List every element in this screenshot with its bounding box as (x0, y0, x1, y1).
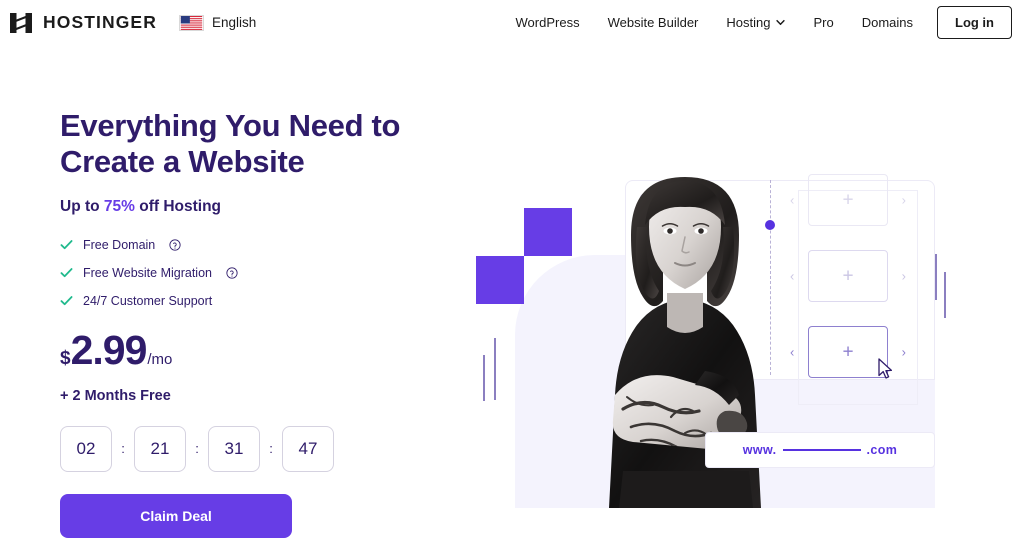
nav-item-website-builder[interactable]: Website Builder (594, 15, 713, 30)
nav-label: Pro (813, 15, 834, 30)
countdown-separator: : (121, 441, 125, 457)
decorative-line-left-b (494, 338, 496, 400)
countdown-hours: 21 (134, 425, 186, 472)
chevron-right-icon[interactable]: › (902, 194, 906, 207)
placeholder-card-2[interactable]: ‹ + › (790, 250, 906, 302)
decorative-line-right-b (944, 272, 946, 318)
feature-item-free-domain: Free Domain (60, 238, 460, 252)
feature-label: Free Website Migration (83, 265, 212, 280)
heading-line-1: Everything You Need to (60, 108, 401, 143)
hero-illustration: ‹ + › ‹ + › ‹ + › www. .com (460, 150, 1024, 508)
main-navigation: WordPress Website Builder Hosting Pro Do… (502, 0, 1012, 45)
feature-item-free-migration: Free Website Migration (60, 266, 460, 280)
price-display: $ 2.99 /mo (60, 326, 460, 373)
nav-label: Hosting (726, 15, 771, 30)
feature-list: Free Domain Free Website Migration 24/7 … (60, 238, 460, 308)
check-icon (60, 240, 73, 250)
nav-label: Domains (861, 15, 913, 30)
hostinger-h-logo-icon (10, 12, 32, 33)
price-period: /mo (147, 350, 173, 368)
mouse-pointer-icon (878, 358, 893, 379)
placeholder-card-1[interactable]: ‹ + › (790, 174, 906, 226)
price-currency: $ (60, 347, 71, 369)
nav-item-pro[interactable]: Pro (799, 15, 847, 30)
site-header: HOSTINGER English WordPress Website Buil… (0, 0, 1024, 45)
chevron-right-icon[interactable]: › (902, 270, 906, 283)
subtitle-suffix: off Hosting (134, 197, 222, 215)
countdown-seconds: 47 (282, 425, 334, 472)
help-circle-icon[interactable] (226, 267, 238, 279)
decorative-line-left-a (483, 355, 485, 401)
nav-item-wordpress[interactable]: WordPress (502, 15, 594, 30)
nav-item-hosting[interactable]: Hosting (712, 15, 799, 30)
hero-subtitle: Up to 75% off Hosting (60, 198, 460, 216)
subtitle-prefix: Up to (60, 197, 104, 215)
url-blank-field[interactable] (782, 449, 861, 451)
check-icon (60, 296, 73, 306)
decorative-line-right-a (935, 254, 937, 300)
placeholder-card-3[interactable]: ‹ + › (790, 326, 906, 378)
bonus-months-label: + 2 Months Free (60, 387, 171, 404)
url-suffix-label: .com (866, 443, 898, 457)
help-circle-icon[interactable] (169, 239, 181, 251)
decorative-square-top (524, 208, 572, 256)
url-prefix-label: www. (742, 443, 777, 457)
countdown-minutes: 31 (208, 425, 260, 472)
nav-label: WordPress (515, 15, 580, 30)
brand-name: HOSTINGER (43, 12, 157, 32)
feature-label: Free Domain (83, 237, 156, 252)
plus-icon[interactable]: + (842, 343, 853, 362)
countdown-separator: : (195, 441, 199, 457)
countdown-separator: : (269, 441, 273, 457)
login-button[interactable]: Log in (937, 6, 1012, 39)
brand-logo[interactable]: HOSTINGER (8, 10, 157, 36)
countdown-timer: 02 : 21 : 31 : 47 (60, 425, 460, 472)
domain-search-bar[interactable]: www. .com (705, 432, 935, 468)
countdown-days: 02 (60, 425, 112, 472)
chevron-down-icon (776, 19, 786, 26)
plus-icon[interactable]: + (842, 191, 853, 210)
chevron-right-icon[interactable]: › (902, 346, 906, 359)
nav-item-domains[interactable]: Domains (848, 15, 927, 30)
decorative-square-bottom (476, 256, 524, 304)
price-amount: 2.99 (70, 326, 148, 373)
feature-item-customer-support: 24/7 Customer Support (60, 294, 460, 308)
plus-icon[interactable]: + (842, 267, 853, 286)
hero-content: Everything You Need to Create a Website … (60, 108, 460, 538)
check-icon (60, 268, 73, 278)
language-label: English (211, 15, 257, 30)
page-title: Everything You Need to Create a Website (60, 108, 460, 180)
us-flag-icon (178, 14, 204, 31)
claim-deal-button[interactable]: Claim Deal (60, 493, 292, 538)
feature-label: 24/7 Customer Support (83, 293, 213, 308)
heading-line-2: Create a Website (60, 143, 305, 179)
language-selector[interactable]: English (178, 14, 257, 31)
discount-percent: 75% (103, 197, 135, 215)
nav-label: Website Builder (607, 15, 699, 30)
